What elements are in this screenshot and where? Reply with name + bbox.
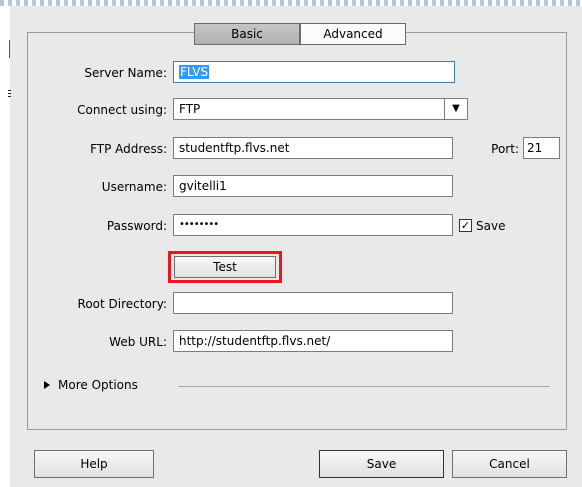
connect-using-label: Connect using: [77, 103, 167, 117]
root-directory-input[interactable] [173, 292, 453, 314]
window-left-edge [0, 6, 10, 487]
server-name-label: Server Name: [84, 66, 167, 80]
test-button[interactable]: Test [174, 256, 276, 278]
server-name-value: FLVS [179, 65, 210, 79]
triangle-right-icon [44, 381, 50, 389]
ftp-address-input[interactable]: studentftp.flvs.net [173, 137, 453, 159]
web-url-label: Web URL: [109, 335, 167, 349]
cancel-button[interactable]: Cancel [452, 450, 567, 478]
tab-advanced[interactable]: Advanced [300, 23, 406, 45]
connect-using-value: FTP [179, 102, 201, 116]
username-label: Username: [101, 180, 167, 194]
save-button[interactable]: Save [319, 450, 444, 478]
password-value: •••••••• [179, 219, 219, 230]
port-value: 21 [527, 141, 543, 155]
chevron-down-icon[interactable]: ▼ [444, 99, 467, 119]
port-label: Port: [491, 142, 519, 156]
username-value: gvitelli1 [179, 179, 227, 193]
more-options-label: More Options [58, 378, 138, 392]
connect-using-select[interactable]: FTP ▼ [173, 98, 468, 120]
tab-basic[interactable]: Basic [194, 23, 300, 45]
root-directory-label: Root Directory: [77, 297, 167, 311]
help-button[interactable]: Help [34, 450, 154, 478]
ftp-address-value: studentftp.flvs.net [179, 141, 290, 155]
web-url-value: http://studentftp.flvs.net/ [179, 334, 331, 348]
check-icon: ✓ [460, 219, 471, 232]
save-password-checkbox[interactable]: ✓ [459, 219, 472, 232]
password-label: Password: [106, 219, 167, 233]
more-options-toggle[interactable]: More Options [44, 378, 138, 392]
window-edge-tick [9, 40, 10, 58]
save-password-label: Save [476, 219, 506, 233]
window-top-strip [0, 0, 582, 6]
username-input[interactable]: gvitelli1 [173, 175, 453, 197]
server-name-input[interactable]: FLVS [173, 61, 455, 83]
port-input[interactable]: 21 [523, 137, 560, 159]
web-url-input[interactable]: http://studentftp.flvs.net/ [173, 330, 453, 352]
ftp-address-label: FTP Address: [90, 142, 167, 156]
window-edge-grip [8, 90, 11, 98]
password-input[interactable]: •••••••• [173, 214, 453, 236]
more-options-divider [178, 386, 550, 387]
